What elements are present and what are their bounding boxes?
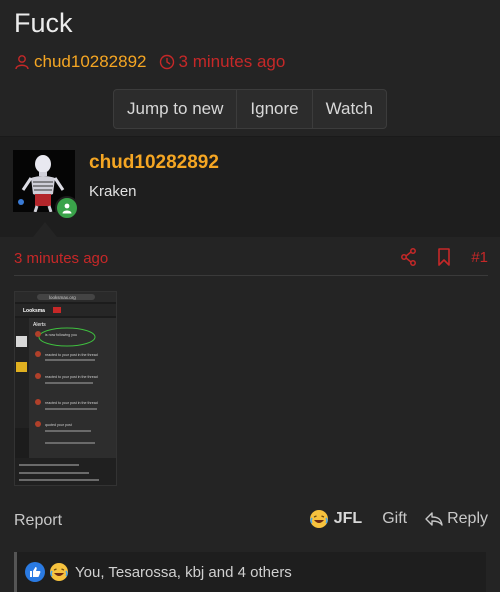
report-link[interactable]: Report (14, 512, 62, 530)
thread-header: Fuck chud10282892 3 minutes ago Jump to … (0, 0, 500, 136)
attachment-site-name: Looksma (23, 308, 45, 314)
attachment-panel-title: Alerts (33, 322, 46, 328)
thread-title: Fuck (14, 8, 73, 38)
attachment-alert-3: reacted to your post in the thread (45, 375, 98, 379)
attachment-alert-1: is now following you (45, 333, 77, 337)
post-number-link[interactable]: #1 (471, 249, 488, 266)
post-time-link[interactable]: 3 minutes ago (14, 250, 108, 267)
post-username-link[interactable]: chud10282892 (89, 152, 219, 174)
message-pointer (33, 222, 57, 237)
bookmark-icon[interactable] (437, 248, 451, 266)
jump-to-new-button[interactable]: Jump to new (114, 90, 238, 128)
reactions-summary: You, Tesarossa, kbj and 4 others (75, 563, 292, 581)
gift-button[interactable]: Gift (382, 510, 407, 528)
post-header: 3 minutes ago #1 (14, 248, 488, 274)
post-footer-actions: JFL Gift Reply (309, 509, 488, 529)
ignore-button[interactable]: Ignore (237, 90, 313, 128)
reactions-bar[interactable]: You, Tesarossa, kbj and 4 others (14, 552, 486, 592)
jfl-label: JFL (333, 510, 363, 527)
screenshot-image: looksmax.org Looksma Alerts is now follo… (15, 292, 116, 485)
clock-icon (159, 54, 175, 70)
post-user-block: chud10282892 Kraken (0, 137, 500, 237)
attachment-url: looksmax.org (49, 295, 76, 300)
attachment-alert-4: reacted to your post in the thread (45, 401, 98, 405)
thread-action-buttons: Jump to new Ignore Watch (113, 89, 388, 129)
reply-icon (425, 511, 443, 527)
post-actions: #1 (381, 248, 488, 266)
thread-time-link[interactable]: 3 minutes ago (179, 52, 286, 72)
user-title: Kraken (89, 183, 137, 200)
reply-label: Reply (447, 510, 488, 527)
attachment-alert-5: quoted your post (45, 423, 72, 427)
reply-button[interactable]: Reply (425, 510, 488, 528)
attachment-thumbnail[interactable]: looksmax.org Looksma Alerts is now follo… (14, 291, 117, 486)
post-footer: Report JFL Gift Reply (14, 509, 488, 535)
laughing-emoji-icon (309, 509, 329, 529)
jfl-reaction-button[interactable]: JFL (309, 509, 362, 529)
share-icon[interactable] (401, 248, 417, 266)
user-icon (14, 54, 30, 70)
post-header-divider (14, 275, 488, 276)
thread-meta: chud10282892 3 minutes ago (14, 52, 285, 72)
watch-button[interactable]: Watch (313, 90, 387, 128)
thread-author-link[interactable]: chud10282892 (34, 52, 147, 72)
online-status-icon (55, 196, 79, 220)
like-reaction-icon (25, 562, 45, 582)
laughing-reaction-icon (49, 562, 69, 582)
attachment-alert-2: reacted to your post in the thread (45, 353, 98, 357)
